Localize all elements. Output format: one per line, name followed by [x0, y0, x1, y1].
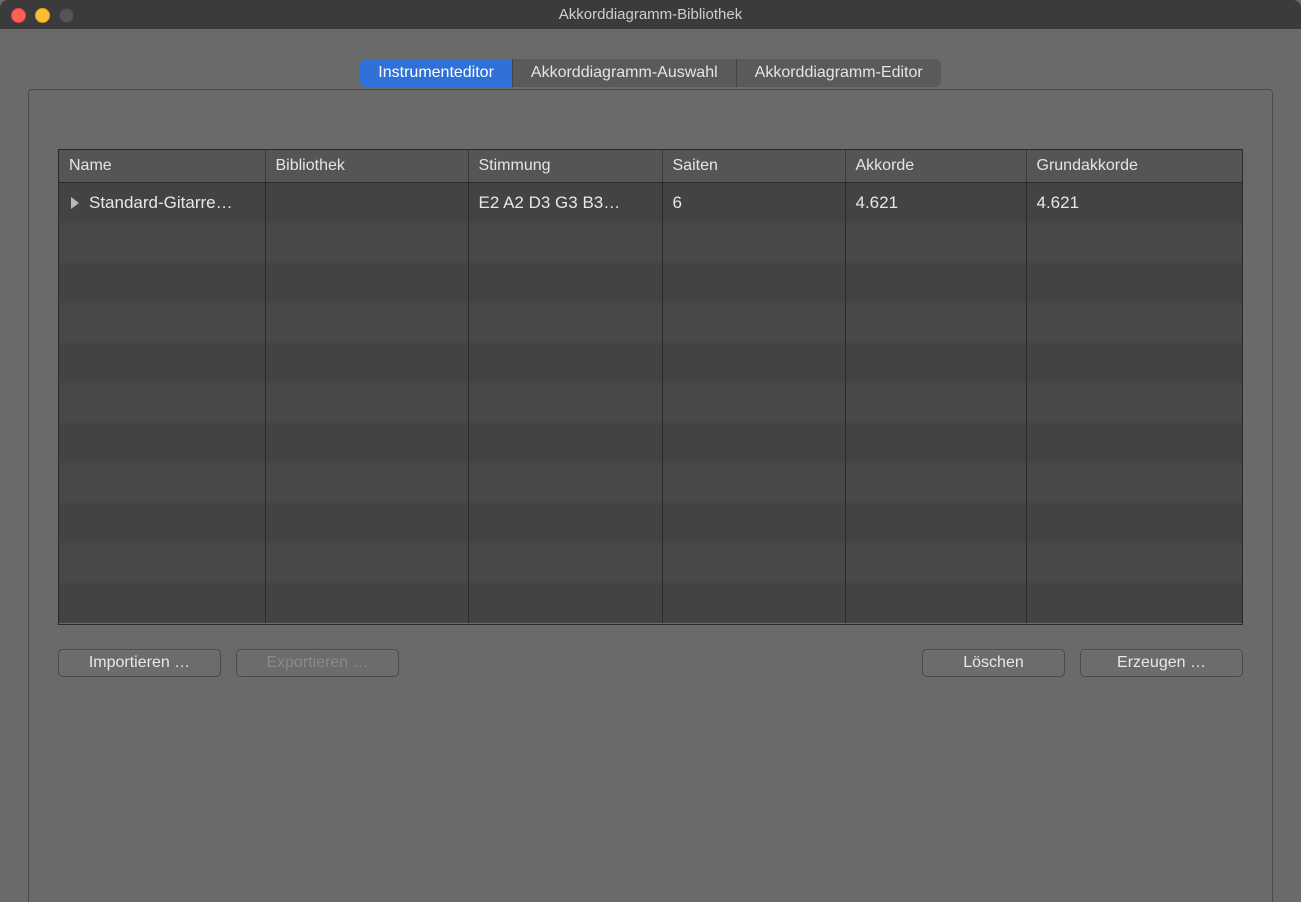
zoom-window-button — [59, 8, 74, 23]
tab-chord-diagram-selection[interactable]: Akkorddiagramm-Auswahl — [513, 59, 737, 87]
table-row-empty — [59, 583, 1242, 623]
cell-chords[interactable]: 4.621 — [845, 183, 1026, 223]
column-header-tuning[interactable]: Stimmung — [468, 150, 662, 183]
tab-instrument-editor[interactable]: Instrumenteditor — [360, 59, 513, 87]
cell-library[interactable] — [265, 183, 468, 223]
button-row-spacer — [414, 649, 907, 677]
table-row-empty — [59, 343, 1242, 383]
import-button[interactable]: Importieren … — [58, 649, 221, 677]
content-area: Instrumenteditor Akkorddiagramm-Auswahl … — [0, 29, 1301, 902]
tab-bar: Instrumenteditor Akkorddiagramm-Auswahl … — [360, 59, 940, 87]
window-title: Akkorddiagramm-Bibliothek — [0, 6, 1301, 23]
table-row-empty — [59, 223, 1242, 263]
close-window-button[interactable] — [11, 8, 26, 23]
disclosure-triangle-icon[interactable] — [71, 197, 79, 209]
button-row: Importieren … Exportieren … Löschen Erze… — [58, 649, 1243, 677]
cell-strings[interactable]: 6 — [662, 183, 845, 223]
cell-rootchords[interactable]: 4.621 — [1026, 183, 1242, 223]
export-button: Exportieren … — [236, 649, 399, 677]
minimize-window-button[interactable] — [35, 8, 50, 23]
column-header-rootchords[interactable]: Grundakkorde — [1026, 150, 1242, 183]
table-row-empty — [59, 303, 1242, 343]
column-header-name[interactable]: Name — [59, 150, 265, 183]
column-header-strings[interactable]: Saiten — [662, 150, 845, 183]
create-button[interactable]: Erzeugen … — [1080, 649, 1243, 677]
instrument-table[interactable]: Name Bibliothek Stimmung Saiten Akkorde … — [58, 149, 1243, 625]
table-row-empty — [59, 383, 1242, 423]
table-row[interactable]: Standard-Gitarre… E2 A2 D3 G3 B3… 6 4.62… — [59, 183, 1242, 223]
delete-button[interactable]: Löschen — [922, 649, 1065, 677]
table-row-empty — [59, 503, 1242, 543]
tab-chord-diagram-editor[interactable]: Akkorddiagramm-Editor — [737, 59, 941, 87]
titlebar[interactable]: Akkorddiagramm-Bibliothek — [0, 0, 1301, 30]
cell-name-text: Standard-Gitarre… — [89, 193, 233, 212]
cell-tuning[interactable]: E2 A2 D3 G3 B3… — [468, 183, 662, 223]
table-header-row: Name Bibliothek Stimmung Saiten Akkorde … — [59, 150, 1242, 183]
table-row-empty — [59, 463, 1242, 503]
cell-name[interactable]: Standard-Gitarre… — [59, 183, 265, 223]
table-row-empty — [59, 263, 1242, 303]
traffic-lights — [11, 8, 74, 23]
chord-library-window: Akkorddiagramm-Bibliothek Instrumentedit… — [0, 0, 1301, 902]
table-row-empty — [59, 423, 1242, 463]
column-header-chords[interactable]: Akkorde — [845, 150, 1026, 183]
table-row-empty — [59, 543, 1242, 583]
column-header-library[interactable]: Bibliothek — [265, 150, 468, 183]
